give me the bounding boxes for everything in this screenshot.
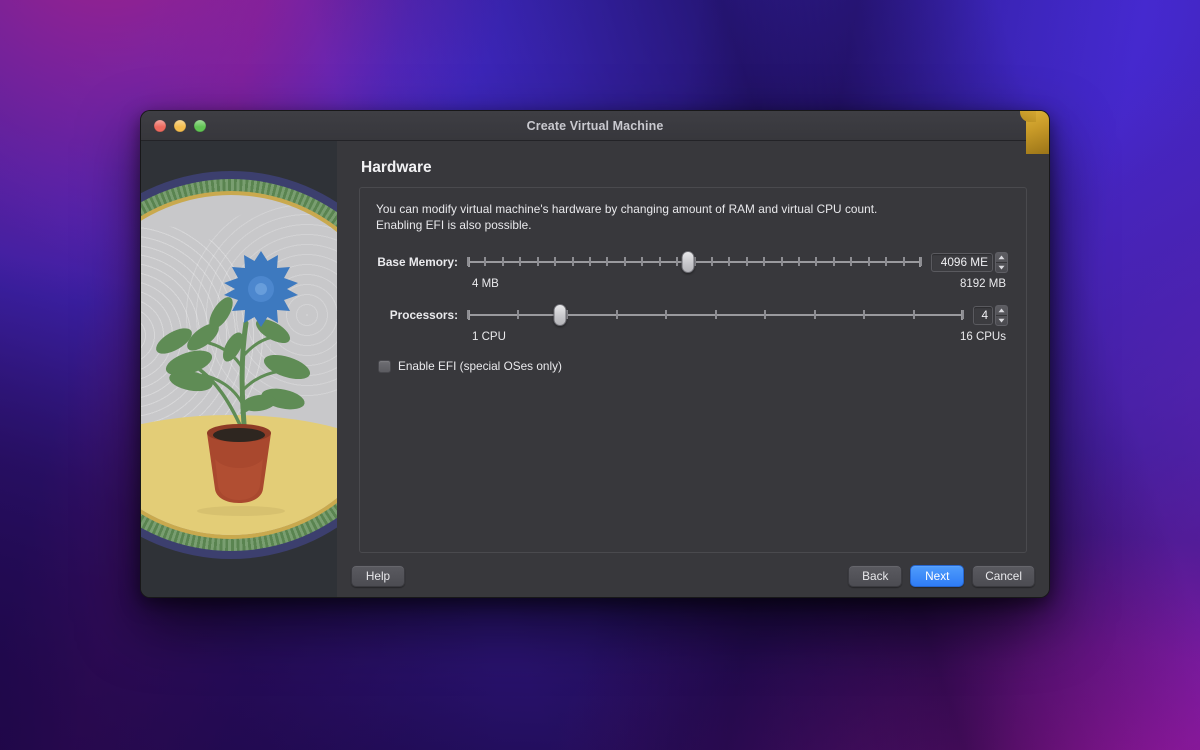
slider-tick: [715, 310, 717, 319]
processors-min-label: 1 CPU: [472, 331, 506, 343]
page-title: Hardware: [361, 159, 1027, 177]
wizard-illustration-pane: [141, 141, 337, 598]
back-button[interactable]: Back: [848, 565, 902, 587]
slider-tick: [746, 257, 748, 266]
base-memory-min-label: 4 MB: [472, 278, 499, 290]
processors-max-label: 16 CPUs: [960, 331, 1006, 343]
slider-tick: [833, 257, 835, 266]
base-memory-range-labels: 4 MB 8192 MB: [376, 278, 1008, 290]
help-button[interactable]: Help: [351, 565, 405, 587]
create-virtual-machine-window: Create Virtual Machine: [140, 110, 1050, 598]
slider-tick: [467, 310, 469, 319]
processors-increment-icon[interactable]: [996, 306, 1007, 315]
enable-efi-row[interactable]: Enable EFI (special OSes only): [378, 359, 1008, 373]
slider-tick: [566, 310, 568, 319]
zoom-button-icon[interactable]: [194, 120, 206, 132]
minimize-button-icon[interactable]: [174, 120, 186, 132]
base-memory-stepper-arrows[interactable]: [995, 252, 1008, 273]
processors-input[interactable]: 4: [973, 306, 993, 325]
slider-tick: [885, 257, 887, 266]
slider-tick: [711, 257, 713, 266]
processors-row: Processors: 4: [376, 302, 1008, 328]
base-memory-slider-knob[interactable]: [681, 251, 694, 273]
slider-tick: [781, 257, 783, 266]
processors-decrement-icon[interactable]: [996, 315, 1007, 325]
slider-tick: [863, 310, 865, 319]
slider-tick: [502, 257, 504, 266]
processors-slider-ticks: [468, 310, 963, 320]
slider-tick: [537, 257, 539, 266]
processors-slider[interactable]: [468, 302, 963, 328]
slider-tick: [616, 310, 618, 319]
base-memory-slider-ticks: [468, 257, 921, 267]
slider-tick: [484, 257, 486, 266]
slider-tick: [572, 257, 574, 266]
base-memory-row: Base Memory: 4096 ME: [376, 249, 1008, 275]
slider-tick: [517, 310, 519, 319]
slider-tick: [624, 257, 626, 266]
slider-tick: [815, 257, 817, 266]
window-title: Create Virtual Machine: [141, 119, 1049, 133]
processors-stepper-arrows[interactable]: [995, 305, 1008, 326]
processors-stepper[interactable]: 4: [973, 305, 1008, 326]
slider-tick: [850, 257, 852, 266]
potted-plant-icon: [141, 141, 337, 598]
slider-tick: [467, 257, 469, 266]
base-memory-stepper[interactable]: 4096 ME: [931, 252, 1008, 273]
base-memory-input[interactable]: 4096 ME: [931, 253, 993, 272]
window-titlebar[interactable]: Create Virtual Machine: [141, 111, 1049, 141]
traffic-light-group: [141, 120, 206, 132]
slider-tick: [764, 310, 766, 319]
slider-tick: [554, 257, 556, 266]
close-button-icon[interactable]: [154, 120, 166, 132]
enable-efi-label: Enable EFI (special OSes only): [398, 359, 562, 373]
slider-tick: [641, 257, 643, 266]
description-line-2: Enabling EFI is also possible.: [376, 218, 1008, 234]
next-button[interactable]: Next: [910, 565, 964, 587]
wizard-footer: Help Back Next Cancel: [337, 553, 1049, 598]
base-memory-decrement-icon[interactable]: [996, 262, 1007, 272]
processors-label: Processors:: [376, 308, 458, 322]
slider-tick: [814, 310, 816, 319]
slider-tick: [728, 257, 730, 266]
description-line-1: You can modify virtual machine's hardwar…: [376, 202, 1008, 218]
processors-range-labels: 1 CPU 16 CPUs: [376, 331, 1008, 343]
slider-tick: [763, 257, 765, 266]
hardware-group-box: You can modify virtual machine's hardwar…: [359, 187, 1027, 553]
processors-slider-knob[interactable]: [553, 304, 566, 326]
slider-tick: [519, 257, 521, 266]
slider-tick: [903, 257, 905, 266]
base-memory-max-label: 8192 MB: [960, 278, 1006, 290]
cancel-button[interactable]: Cancel: [972, 565, 1035, 587]
base-memory-slider[interactable]: [468, 249, 921, 275]
slider-tick: [665, 310, 667, 319]
slider-tick: [798, 257, 800, 266]
enable-efi-checkbox[interactable]: [378, 360, 391, 373]
window-body: Hardware You can modify virtual machine'…: [141, 141, 1049, 598]
slider-tick: [962, 310, 964, 319]
slider-tick: [589, 257, 591, 266]
page-description: You can modify virtual machine's hardwar…: [376, 202, 1008, 233]
base-memory-increment-icon[interactable]: [996, 253, 1007, 262]
slider-tick: [659, 257, 661, 266]
base-memory-label: Base Memory:: [376, 255, 458, 269]
wizard-content-pane: Hardware You can modify virtual machine'…: [337, 141, 1049, 598]
slider-tick: [868, 257, 870, 266]
slider-tick: [606, 257, 608, 266]
slider-tick: [920, 257, 922, 266]
slider-tick: [913, 310, 915, 319]
slider-tick: [676, 257, 678, 266]
footer-button-group: Back Next Cancel: [848, 565, 1035, 587]
